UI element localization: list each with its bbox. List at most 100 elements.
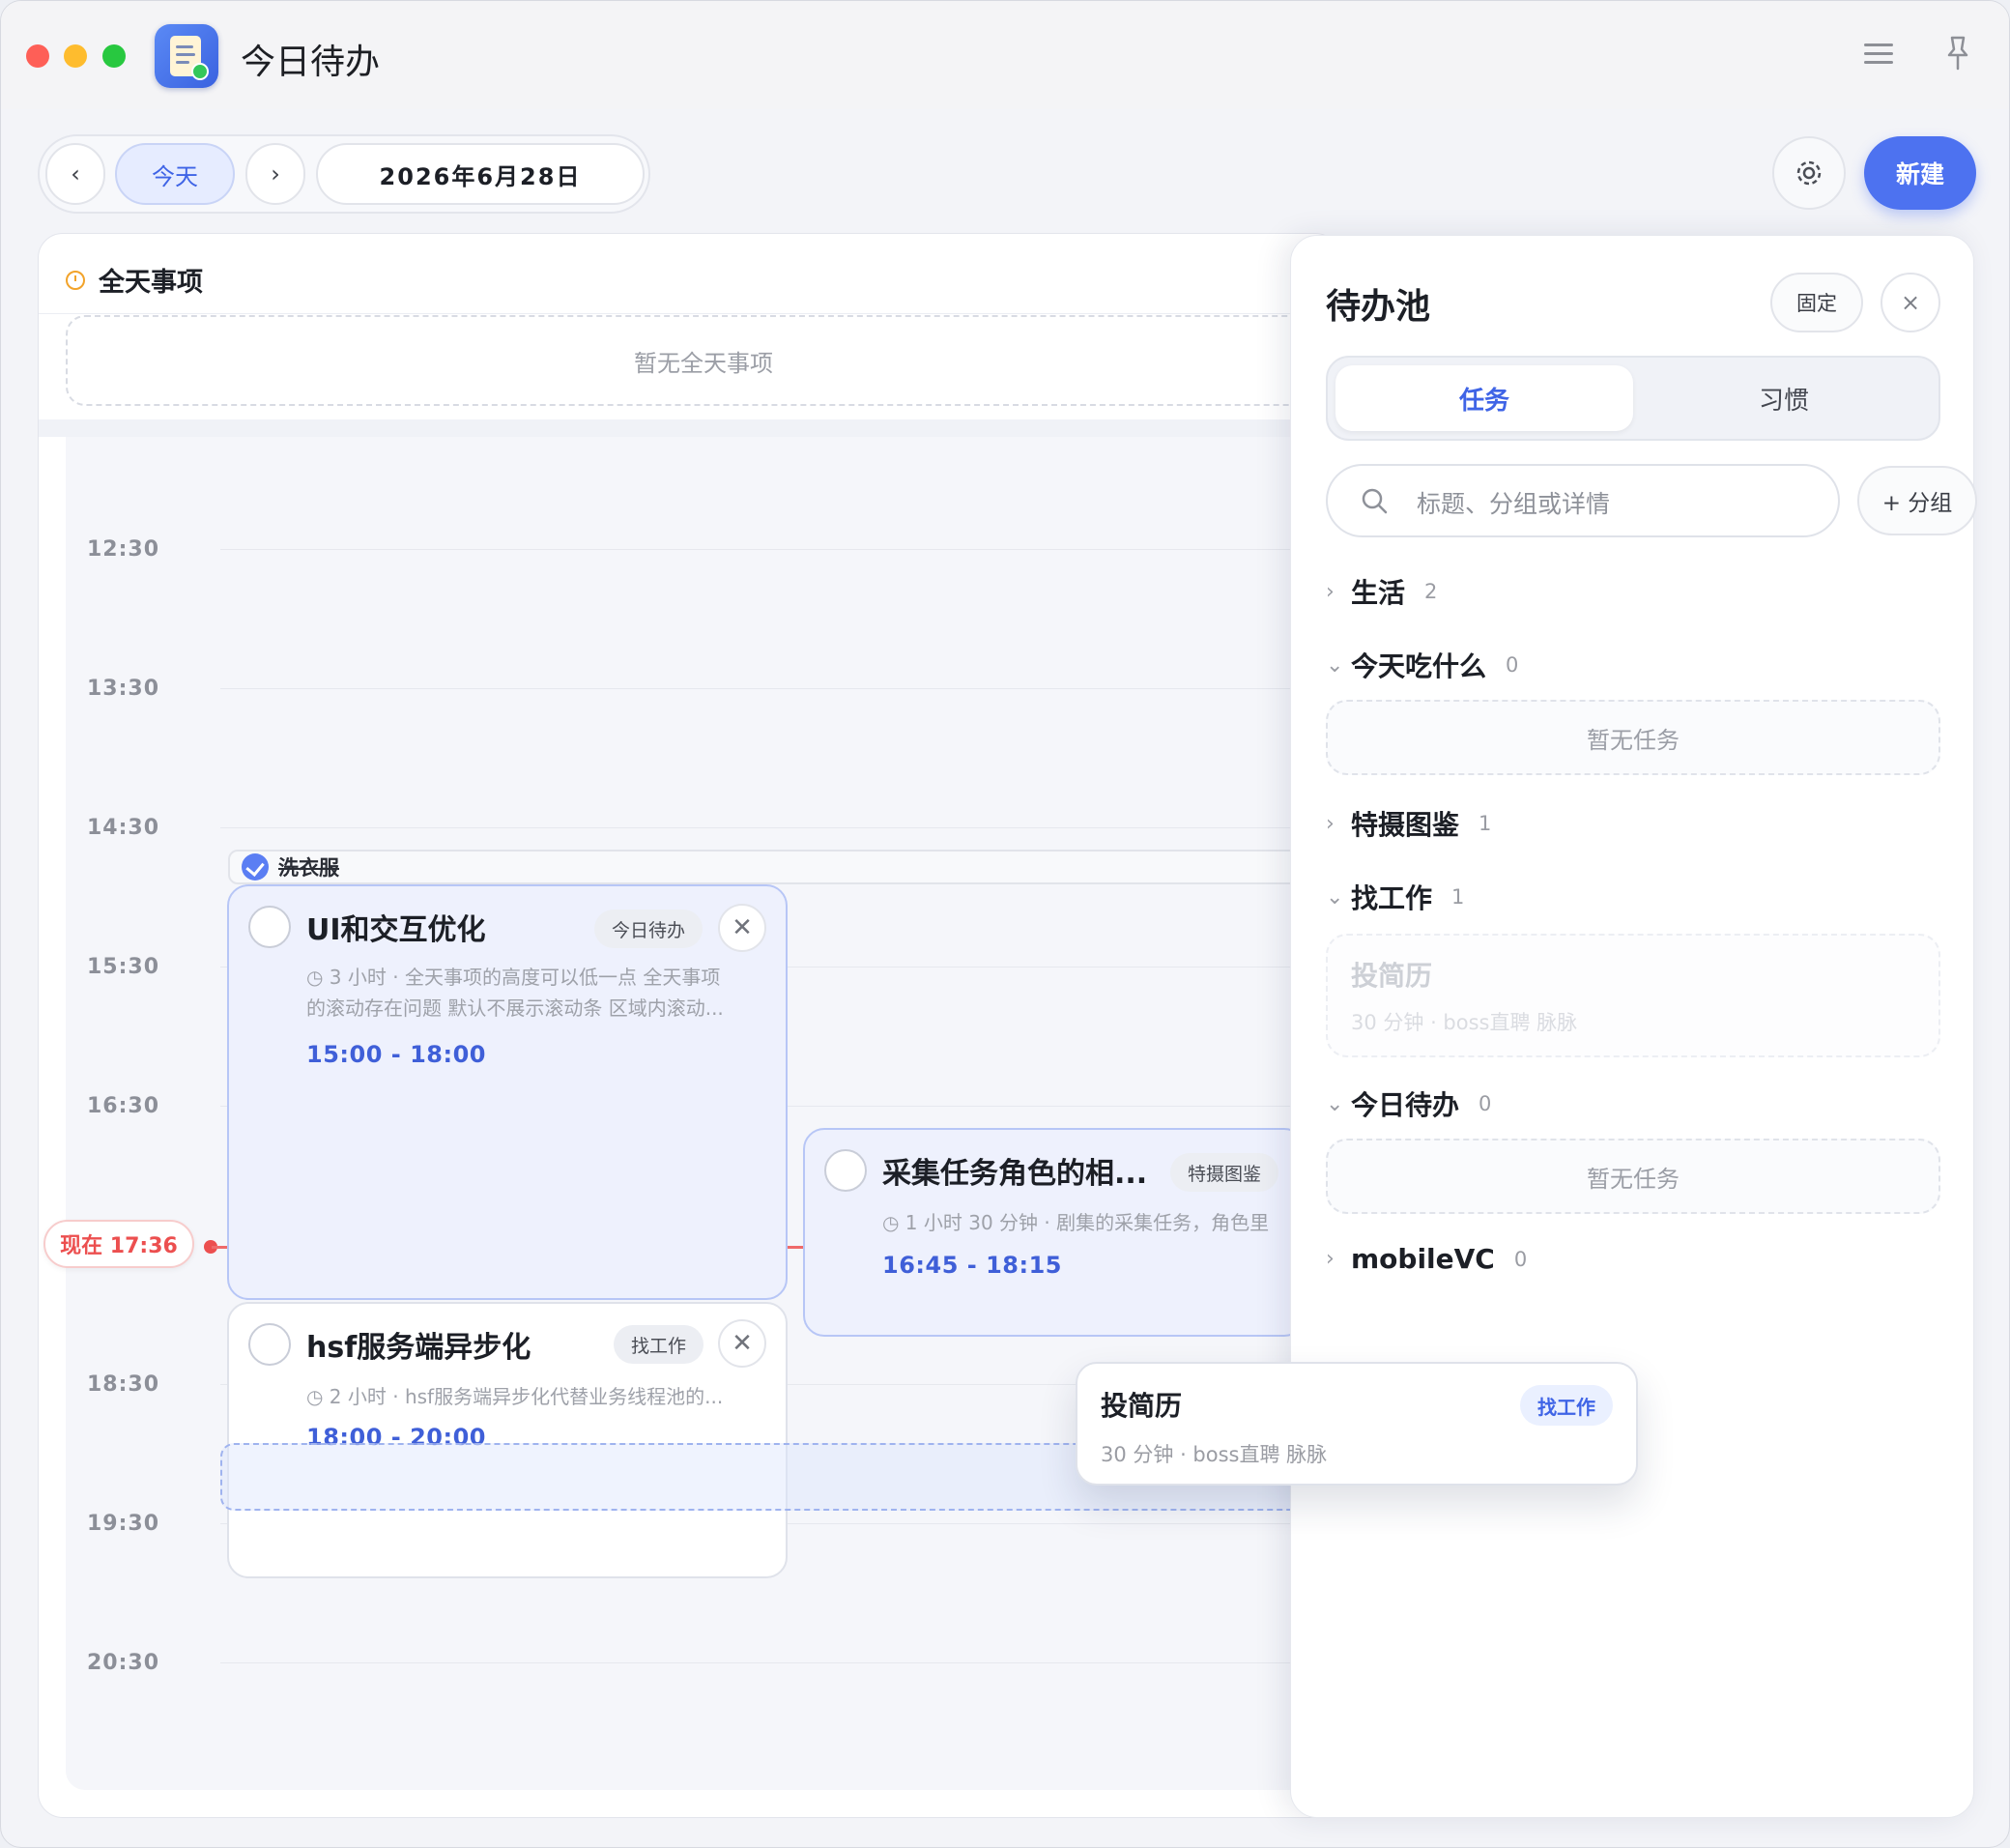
add-group-button[interactable]: + 分组 — [1857, 466, 1977, 535]
clock-icon — [66, 270, 85, 290]
complete-checkbox[interactable] — [248, 906, 291, 948]
event-card[interactable]: 采集任务角色的相... 特摄图鉴 ◷ 1 小时 30 分钟 · 剧集的采集任务，… — [803, 1128, 1306, 1337]
today-button[interactable]: 今天 — [115, 143, 235, 205]
event-desc: ◷ 2 小时 · hsf服务端异步化代替业务线程池的... — [306, 1385, 724, 1408]
hour-line — [220, 1662, 1339, 1663]
chevron-right-icon: › — [1326, 1247, 1335, 1271]
chevron-down-icon: ⌄ — [1326, 1091, 1344, 1116]
group-name: 生活 — [1351, 577, 1406, 609]
close-icon[interactable]: ✕ — [718, 1319, 766, 1368]
event-desc: 的滚动存在问题 默认不展示滚动条 区域内滚动... — [306, 996, 724, 1020]
app-icon — [155, 24, 218, 88]
dragging-source-task: 投简历 30 分钟 · boss直聘 脉脉 — [1326, 934, 1940, 1057]
pin-button[interactable]: 固定 — [1770, 273, 1863, 332]
group-header[interactable]: › 生活 2 — [1326, 572, 1437, 611]
event-time: 15:00 - 18:00 — [306, 1041, 486, 1068]
task-title: 投简历 — [1101, 1390, 1183, 1422]
close-icon[interactable]: ✕ — [718, 904, 766, 952]
dragged-task-card[interactable]: 投简历 30 分钟 · boss直聘 脉脉 找工作 — [1076, 1362, 1638, 1486]
search-icon — [1362, 488, 1388, 514]
search-input[interactable]: 标题、分组或详情 — [1326, 464, 1840, 537]
group-header[interactable]: ⌄ 找工作 1 — [1326, 878, 1464, 916]
group-count: 0 — [1513, 1247, 1528, 1271]
complete-checkbox[interactable] — [824, 1149, 867, 1192]
prev-day-button[interactable]: ‹ — [45, 143, 105, 205]
hour-line — [220, 827, 1339, 828]
close-window-button[interactable] — [26, 44, 49, 68]
group-name: 找工作 — [1351, 882, 1433, 914]
now-badge: 现在 17:36 — [43, 1220, 194, 1268]
divider — [39, 313, 1339, 314]
time-label: 15:30 — [87, 955, 160, 979]
hour-line — [220, 688, 1339, 689]
checked-icon[interactable] — [242, 853, 269, 881]
event-title: 采集任务角色的相... — [882, 1157, 1148, 1191]
group-header[interactable]: ⌄ 今日待办 0 — [1326, 1084, 1491, 1123]
event-card[interactable]: UI和交互优化 今日待办 ✕ ◷ 3 小时 · 全天事项的高度可以低一点 全天事… — [227, 884, 788, 1300]
group-header[interactable]: › 特摄图鉴 1 — [1326, 804, 1491, 843]
new-task-button[interactable]: 新建 — [1864, 136, 1976, 210]
completed-event[interactable]: 洗衣服 — [228, 850, 1349, 884]
time-label: 12:30 — [87, 537, 160, 562]
app-title: 今日待办 — [241, 43, 381, 82]
time-label: 13:30 — [87, 677, 160, 701]
group-count: 1 — [1479, 812, 1492, 835]
empty-state: 暂无任务 — [1326, 700, 1940, 775]
time-label: 14:30 — [87, 816, 160, 840]
empty-state: 暂无任务 — [1326, 1139, 1940, 1214]
group-count: 0 — [1506, 653, 1519, 677]
time-label: 20:30 — [87, 1651, 160, 1675]
event-desc: ◷ 1 小时 30 分钟 · 剧集的采集任务，角色里 — [882, 1211, 1270, 1234]
group-name: 今天吃什么 — [1351, 650, 1487, 682]
time-column: 12:30 13:30 14:30 15:30 16:30 18:30 19:3… — [66, 437, 220, 1790]
group-header[interactable]: ⌄ 今天吃什么 0 — [1326, 646, 1518, 684]
group-header[interactable]: › mobileVC 0 — [1326, 1243, 1527, 1275]
allday-header: 全天事项 — [66, 261, 203, 299]
group-tag: 找工作 — [614, 1325, 704, 1364]
group-name: 今日待办 — [1351, 1089, 1460, 1121]
task-sub: 30 分钟 · boss直聘 脉脉 — [1351, 1011, 1578, 1034]
settings-button[interactable] — [1772, 136, 1846, 210]
gear-icon — [1796, 160, 1822, 186]
hour-line — [220, 549, 1339, 550]
group-count: 0 — [1479, 1092, 1492, 1115]
close-panel-button[interactable]: × — [1881, 273, 1940, 332]
allday-title: 全天事项 — [99, 268, 203, 298]
group-name: 特摄图鉴 — [1351, 809, 1460, 841]
time-label: 19:30 — [87, 1512, 160, 1536]
group-tag: 今日待办 — [594, 910, 704, 948]
pool-tabs: 任务 习惯 — [1326, 356, 1940, 441]
title-bar: 今日待办 — [1, 1, 2009, 109]
pin-icon[interactable] — [1943, 34, 1972, 72]
time-label: 16:30 — [87, 1094, 160, 1118]
complete-checkbox[interactable] — [248, 1323, 291, 1366]
chevron-down-icon: ⌄ — [1326, 884, 1344, 910]
chevron-down-icon: ⌄ — [1326, 652, 1344, 678]
chevron-right-icon: › — [1326, 811, 1335, 836]
tab-tasks[interactable]: 任务 — [1335, 365, 1633, 431]
pool-title: 待办池 — [1326, 287, 1431, 327]
event-title: UI和交互优化 — [306, 913, 486, 947]
group-tag: 特摄图鉴 — [1170, 1153, 1279, 1192]
next-day-button[interactable]: › — [245, 143, 305, 205]
app-window: 今日待办 ‹ 今天 › 2026年6月28日 新建 全天事项 暂无全天事项 12… — [0, 0, 2010, 1848]
group-name: mobileVC — [1351, 1243, 1495, 1275]
event-desc: ◷ 3 小时 · 全天事项的高度可以低一点 全天事项 — [306, 966, 721, 989]
event-title: 洗衣服 — [278, 856, 339, 880]
menu-icon[interactable] — [1864, 40, 1893, 69]
group-count: 2 — [1424, 580, 1438, 603]
group-tag: 找工作 — [1520, 1385, 1613, 1426]
task-title: 投简历 — [1351, 960, 1433, 992]
task-sub: 30 分钟 · boss直聘 脉脉 — [1101, 1443, 1328, 1466]
minimize-window-button[interactable] — [64, 44, 87, 68]
todo-pool-panel: 待办池 固定 × 任务 习惯 标题、分组或详情 + 分组 › 生活 2 ⌄ 今天… — [1290, 235, 1977, 1818]
allday-separator — [39, 419, 1339, 437]
tab-habits[interactable]: 习惯 — [1635, 365, 1933, 431]
chevron-right-icon: › — [1326, 579, 1335, 604]
search-placeholder: 标题、分组或详情 — [1417, 490, 1611, 518]
event-card[interactable]: hsf服务端异步化 找工作 ✕ ◷ 2 小时 · hsf服务端异步化代替业务线程… — [227, 1302, 788, 1578]
event-title: hsf服务端异步化 — [306, 1331, 531, 1365]
date-picker[interactable]: 2026年6月28日 — [316, 143, 645, 205]
zoom-window-button[interactable] — [102, 44, 126, 68]
allday-empty-state: 暂无全天事项 — [66, 315, 1339, 406]
